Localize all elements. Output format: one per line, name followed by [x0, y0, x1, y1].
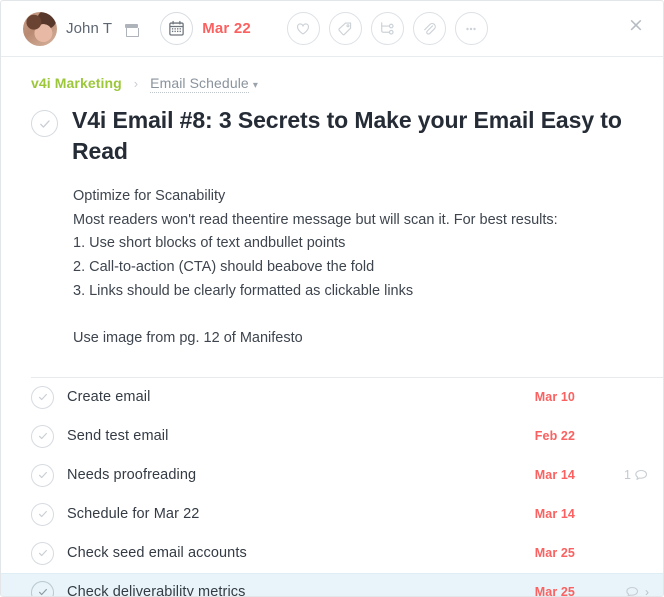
task-complete-checkbox[interactable] — [31, 110, 58, 137]
subtask-row[interactable]: Needs proofreading Mar 14 1 — [1, 456, 663, 495]
subtask-row[interactable]: Send test email Feb 22 — [1, 417, 663, 456]
tag-button[interactable] — [328, 12, 362, 45]
breadcrumb-project[interactable]: v4i Marketing — [31, 75, 122, 91]
task-action-buttons — [286, 12, 488, 45]
subtask-comment-indicator[interactable]: 1 — [615, 468, 649, 483]
subtask-name[interactable]: Check deliverability metrics — [67, 584, 535, 596]
subtask-checkbox[interactable] — [31, 502, 54, 526]
subtask-checkbox[interactable] — [31, 463, 54, 487]
subtask-due-date[interactable]: Mar 25 — [535, 585, 575, 596]
task-description[interactable]: Optimize for Scanability Most readers wo… — [1, 166, 663, 350]
task-toolbar: John T Mar 22 × — [1, 1, 663, 57]
subtask-assignee-avatar[interactable] — [582, 386, 605, 409]
more-options-button[interactable] — [454, 12, 488, 45]
chevron-right-icon[interactable]: › — [645, 585, 649, 596]
due-date-chip[interactable]: Mar 22 — [160, 12, 251, 45]
subtask-row[interactable]: Check seed email accounts Mar 25 — [1, 534, 663, 573]
subtask-checkbox[interactable] — [31, 541, 54, 565]
breadcrumb-list-wrap[interactable]: Email Schedule ▾ — [150, 75, 258, 93]
assignee-name: John T — [66, 20, 113, 37]
subtask-assignee-avatar[interactable] — [582, 425, 605, 448]
subtask-assignee-avatar[interactable] — [582, 464, 605, 487]
attachment-button[interactable] — [412, 12, 446, 45]
subtask-comment-indicator[interactable]: › — [615, 585, 649, 596]
subtask-button[interactable] — [370, 12, 404, 45]
archive-icon[interactable] — [125, 23, 140, 37]
subtask-due-date[interactable]: Mar 10 — [535, 390, 575, 404]
due-date-text: Mar 22 — [202, 20, 251, 37]
subtask-name[interactable]: Needs proofreading — [67, 467, 535, 483]
breadcrumb-list[interactable]: Email Schedule — [150, 75, 249, 93]
subtask-checkbox[interactable] — [31, 385, 54, 409]
task-detail-panel: John T Mar 22 × v4i Marketing › Email Sc… — [0, 0, 664, 597]
subtask-name[interactable]: Check seed email accounts — [67, 545, 535, 561]
subtask-assignee-avatar[interactable] — [582, 503, 605, 526]
assignee-avatar[interactable] — [23, 11, 57, 46]
subtask-assignee-avatar[interactable] — [582, 542, 605, 565]
task-title-row: V4i Email #8: 3 Secrets to Make your Ema… — [1, 91, 663, 166]
comment-bubble-icon[interactable] — [634, 468, 649, 483]
subtask-row[interactable]: Create email Mar 10 — [1, 378, 663, 417]
subtask-due-date[interactable]: Mar 14 — [535, 507, 575, 521]
subtask-due-date[interactable]: Feb 22 — [535, 429, 575, 443]
subtask-name[interactable]: Send test email — [67, 428, 535, 444]
subtask-name[interactable]: Schedule for Mar 22 — [67, 506, 535, 522]
subtask-name[interactable]: Create email — [67, 389, 535, 405]
chevron-down-icon[interactable]: ▾ — [253, 80, 258, 91]
comment-bubble-icon[interactable] — [625, 585, 640, 596]
subtask-row[interactable]: Schedule for Mar 22 Mar 14 — [1, 495, 663, 534]
subtask-due-date[interactable]: Mar 25 — [535, 546, 575, 560]
subtask-list: Create email Mar 10 Send test email Feb 22 N… — [1, 376, 663, 596]
subtask-comment-count: 1 — [624, 468, 631, 483]
subtask-due-date[interactable]: Mar 14 — [535, 468, 575, 482]
subtask-checkbox[interactable] — [31, 424, 54, 448]
subtask-row[interactable]: Check deliverability metrics Mar 25 › — [1, 572, 663, 596]
like-button[interactable] — [286, 12, 320, 45]
assignee-chip[interactable]: John T — [23, 11, 140, 46]
breadcrumb-separator: › — [133, 75, 139, 91]
subtask-assignee-avatar[interactable] — [582, 581, 605, 596]
subtask-checkbox[interactable] — [31, 580, 54, 596]
page-title[interactable]: V4i Email #8: 3 Secrets to Make your Ema… — [72, 105, 623, 166]
close-button[interactable]: × — [623, 12, 649, 38]
breadcrumb: v4i Marketing › Email Schedule ▾ — [1, 57, 663, 93]
calendar-icon[interactable] — [160, 12, 194, 45]
